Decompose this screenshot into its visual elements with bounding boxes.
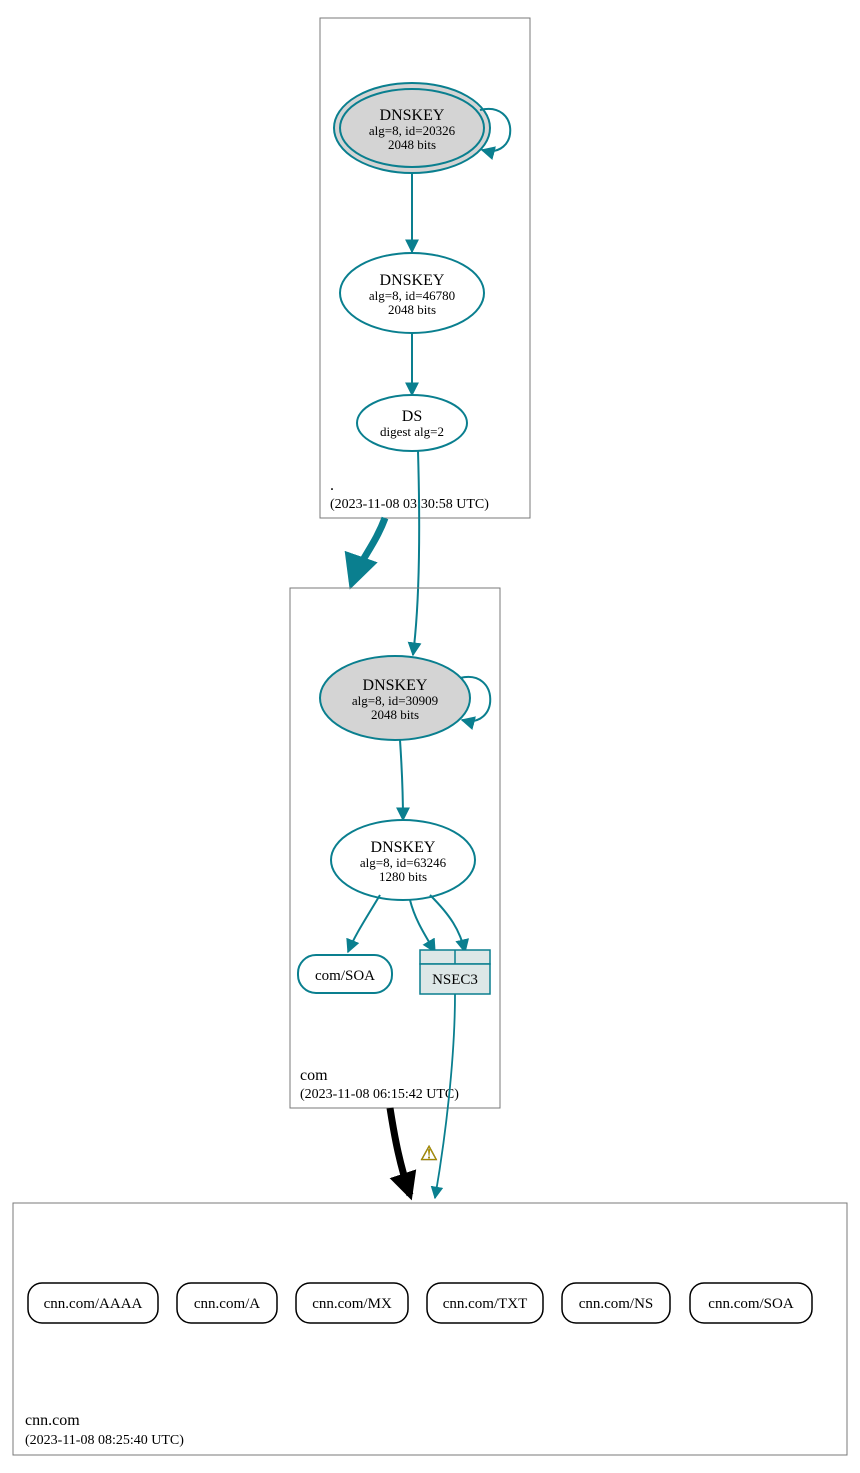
svg-text:cnn.com/AAAA: cnn.com/AAAA — [44, 1296, 143, 1312]
node-com-ksk[interactable]: DNSKEY alg=8, id=30909 2048 bits — [320, 656, 470, 740]
zone-com: com (2023-11-08 06:15:42 UTC) DNSKEY alg… — [290, 588, 500, 1108]
zone-cnn: cnn.com (2023-11-08 08:25:40 UTC) cnn.co… — [13, 1203, 847, 1455]
svg-text:DNSKEY: DNSKEY — [363, 677, 428, 694]
edge-rootzone-comzone — [352, 518, 385, 583]
svg-text:DNSKEY: DNSKEY — [380, 107, 445, 124]
svg-text:NSEC3: NSEC3 — [432, 972, 478, 988]
svg-text:alg=8, id=46780: alg=8, id=46780 — [369, 288, 455, 303]
node-root-zsk[interactable]: DNSKEY alg=8, id=46780 2048 bits — [340, 253, 484, 333]
svg-text:2048 bits: 2048 bits — [388, 137, 436, 152]
dnssec-diagram: . (2023-11-08 03:30:58 UTC) DNSKEY alg=8… — [0, 0, 860, 1473]
zone-com-name: com — [300, 1067, 328, 1084]
zone-cnn-name: cnn.com — [25, 1412, 80, 1429]
svg-text:digest alg=2: digest alg=2 — [380, 424, 444, 439]
svg-text:DNSKEY: DNSKEY — [371, 839, 436, 856]
node-cnn-mx[interactable]: cnn.com/MX — [296, 1283, 408, 1323]
svg-text:cnn.com/NS: cnn.com/NS — [579, 1296, 654, 1312]
svg-text:2048 bits: 2048 bits — [388, 302, 436, 317]
zone-root: . (2023-11-08 03:30:58 UTC) DNSKEY alg=8… — [320, 18, 530, 518]
edge-com-zsk-soa — [348, 895, 380, 952]
edge-comzone-cnnzone — [390, 1108, 410, 1195]
node-cnn-a[interactable]: cnn.com/A — [177, 1283, 277, 1323]
node-root-ds[interactable]: DS digest alg=2 — [357, 395, 467, 451]
svg-text:cnn.com/MX: cnn.com/MX — [312, 1296, 392, 1312]
zone-cnn-timestamp: (2023-11-08 08:25:40 UTC) — [25, 1433, 184, 1448]
svg-text:1280 bits: 1280 bits — [379, 869, 427, 884]
zone-root-timestamp: (2023-11-08 03:30:58 UTC) — [330, 497, 489, 512]
svg-text:cnn.com/A: cnn.com/A — [194, 1296, 260, 1312]
warning-icon: ⚠ — [420, 1143, 438, 1165]
svg-text:cnn.com/SOA: cnn.com/SOA — [708, 1296, 794, 1312]
node-cnn-aaaa[interactable]: cnn.com/AAAA — [28, 1283, 158, 1323]
edge-com-zsk-nsec-a — [410, 900, 435, 952]
svg-text:DNSKEY: DNSKEY — [380, 272, 445, 289]
svg-text:alg=8, id=30909: alg=8, id=30909 — [352, 693, 438, 708]
node-cnn-txt[interactable]: cnn.com/TXT — [427, 1283, 543, 1323]
edge-com-ksk-zsk — [400, 740, 403, 820]
node-com-nsec3[interactable]: NSEC3 — [420, 950, 490, 994]
svg-text:2048 bits: 2048 bits — [371, 707, 419, 722]
node-cnn-soa[interactable]: cnn.com/SOA — [690, 1283, 812, 1323]
node-cnn-ns[interactable]: cnn.com/NS — [562, 1283, 670, 1323]
node-root-ksk[interactable]: DNSKEY alg=8, id=20326 2048 bits — [334, 83, 490, 173]
node-com-soa[interactable]: com/SOA — [298, 955, 392, 993]
svg-text:DS: DS — [402, 408, 422, 425]
svg-text:alg=8, id=63246: alg=8, id=63246 — [360, 855, 447, 870]
zone-com-timestamp: (2023-11-08 06:15:42 UTC) — [300, 1087, 459, 1102]
edge-com-zsk-nsec-b — [430, 895, 465, 952]
node-com-zsk[interactable]: DNSKEY alg=8, id=63246 1280 bits — [331, 820, 475, 900]
svg-text:cnn.com/TXT: cnn.com/TXT — [443, 1296, 528, 1312]
edge-ds-comksk — [413, 451, 419, 655]
zone-root-name: . — [330, 477, 334, 494]
svg-text:com/SOA: com/SOA — [315, 968, 375, 984]
svg-text:alg=8, id=20326: alg=8, id=20326 — [369, 123, 456, 138]
